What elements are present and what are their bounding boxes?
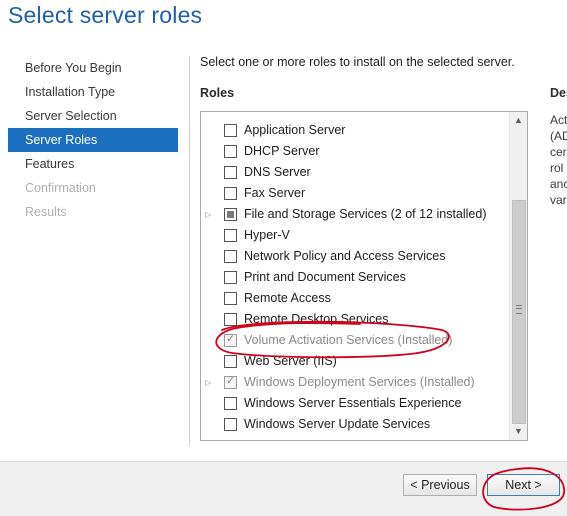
nav-divider xyxy=(189,56,190,446)
checkmark-icon: ✓ xyxy=(226,375,236,387)
description-line: var xyxy=(550,193,567,207)
role-checkbox: ✓ xyxy=(224,333,237,347)
instruction-text: Select one or more roles to install on t… xyxy=(200,55,515,69)
role-checkbox[interactable] xyxy=(224,355,237,368)
description-line: rol xyxy=(550,161,564,175)
role-row: ▷ ✓ Windows Deployment Services (Installed… xyxy=(201,372,509,393)
role-checkbox[interactable] xyxy=(224,292,237,305)
role-label: Windows Server Update Services xyxy=(244,417,431,431)
role-row[interactable]: DNS Server xyxy=(201,162,509,183)
role-row[interactable]: Remote Access xyxy=(201,288,509,309)
role-row[interactable]: DHCP Server xyxy=(201,141,509,162)
role-label: Windows Server Essentials Experience xyxy=(244,396,462,410)
role-label: DHCP Server xyxy=(244,144,320,158)
role-checkbox[interactable] xyxy=(224,145,237,158)
role-label: Volume Activation Services (Installed) xyxy=(244,333,453,347)
next-button[interactable]: Next > xyxy=(487,474,560,496)
expand-arrow-icon[interactable]: ▷ xyxy=(205,372,213,393)
role-label: Print and Document Services xyxy=(244,270,406,284)
grip-icon xyxy=(516,305,522,314)
page-title: Select server roles xyxy=(8,2,203,28)
role-row[interactable]: Print and Document Services xyxy=(201,267,509,288)
role-row[interactable]: Hyper-V xyxy=(201,225,509,246)
role-row[interactable]: Remote Desktop Services xyxy=(201,309,509,330)
nav-item-results: Results xyxy=(25,205,67,219)
role-label: Hyper-V xyxy=(244,228,290,242)
roles-heading: Roles xyxy=(200,86,235,100)
role-checkbox: ✓ xyxy=(224,375,237,389)
role-checkbox[interactable] xyxy=(224,187,237,200)
role-checkbox[interactable] xyxy=(224,166,237,179)
nav-item-server-roles[interactable]: Server Roles xyxy=(8,128,178,152)
role-row[interactable]: Network Policy and Access Services xyxy=(201,246,509,267)
role-checkbox[interactable] xyxy=(224,208,237,221)
role-label: Remote Access xyxy=(244,291,331,305)
role-checkbox[interactable] xyxy=(224,250,237,263)
description-text: Act (AD cer rol anc var xyxy=(550,112,567,208)
nav-item-before-you-begin[interactable]: Before You Begin xyxy=(8,56,178,80)
role-row[interactable]: ▷ File and Storage Services (2 of 12 inst… xyxy=(201,204,509,225)
roles-list[interactable]: Application Server DHCP Server DNS Server F… xyxy=(200,111,528,441)
scroll-down-arrow-icon[interactable]: ▼ xyxy=(511,423,526,440)
role-label: File and Storage Services (2 of 12 insta… xyxy=(244,207,487,221)
role-row[interactable]: Windows Server Essentials Experience xyxy=(201,393,509,414)
nav-item-server-selection[interactable]: Server Selection xyxy=(8,104,178,128)
scroll-thumb[interactable] xyxy=(512,200,526,424)
role-label: Windows Deployment Services (Installed) xyxy=(244,375,475,389)
description-line: Act xyxy=(550,113,567,127)
role-label: DNS Server xyxy=(244,165,311,179)
expand-arrow-icon[interactable]: ▷ xyxy=(205,204,213,225)
role-row[interactable]: Windows Server Update Services xyxy=(201,414,509,435)
description-line: cer xyxy=(550,145,567,159)
description-line: (AD xyxy=(550,129,567,143)
previous-button[interactable]: < Previous xyxy=(403,474,477,496)
description-line: anc xyxy=(550,177,567,191)
role-label: Application Server xyxy=(244,123,346,137)
nav-item-installation-type[interactable]: Installation Type xyxy=(8,80,178,104)
role-checkbox[interactable] xyxy=(224,397,237,410)
checkmark-icon: ✓ xyxy=(226,333,236,345)
roles-scrollbar[interactable]: ▲ ▼ xyxy=(509,112,527,440)
wizard-footer: < Previous Next > xyxy=(0,461,567,516)
wizard-nav: Before You Begin Installation Type Server … xyxy=(8,56,178,224)
role-label: Remote Desktop Services xyxy=(244,312,389,326)
role-row[interactable]: Web Server (IIS) xyxy=(201,351,509,372)
role-checkbox[interactable] xyxy=(224,124,237,137)
scroll-up-arrow-icon[interactable]: ▲ xyxy=(511,112,526,129)
role-checkbox[interactable] xyxy=(224,271,237,284)
role-label: Web Server (IIS) xyxy=(244,354,337,368)
description-heading: Des xyxy=(550,86,567,100)
role-row[interactable]: Application Server xyxy=(201,120,509,141)
role-label: Fax Server xyxy=(244,186,306,200)
role-checkbox[interactable] xyxy=(224,229,237,242)
partial-check-icon xyxy=(227,211,234,218)
nav-item-features[interactable]: Features xyxy=(8,152,178,176)
nav-item-confirmation: Confirmation xyxy=(25,181,96,195)
role-checkbox[interactable] xyxy=(224,418,237,431)
role-checkbox[interactable] xyxy=(224,313,237,326)
role-row: ✓ Volume Activation Services (Installed) xyxy=(201,330,509,351)
role-row[interactable]: Fax Server xyxy=(201,183,509,204)
role-label: Network Policy and Access Services xyxy=(244,249,446,263)
